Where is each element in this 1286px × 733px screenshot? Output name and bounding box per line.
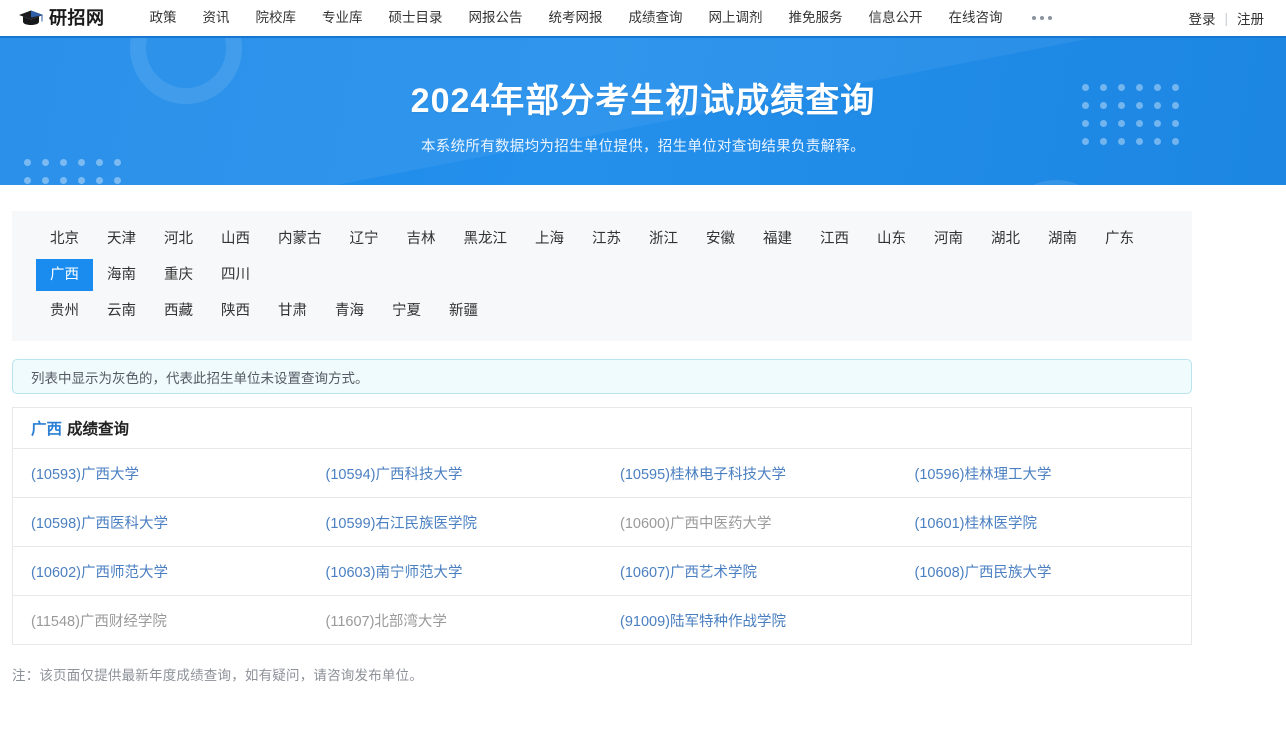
province-tab-甘肃[interactable]: 甘肃 — [264, 295, 321, 327]
banner-ring-right-icon — [1000, 180, 1112, 185]
province-tab-江苏[interactable]: 江苏 — [578, 223, 635, 255]
page-title: 2024年部分考生初试成绩查询 — [410, 82, 876, 120]
institution-link[interactable]: (91009)陆军特种作战学院 — [602, 610, 897, 631]
province-row-2: 贵州 云南 西藏 陕西 甘肃 青海 宁夏 新疆 — [36, 293, 1168, 329]
province-tab-黑龙江[interactable]: 黑龙江 — [450, 223, 522, 255]
login-link[interactable]: 登录 — [1188, 8, 1215, 28]
province-tab-广东[interactable]: 广东 — [1091, 223, 1148, 255]
main-nav: 政策 资讯 院校库 专业库 硕士目录 网报公告 统考网报 成绩查询 网上调剂 推… — [137, 0, 1068, 36]
auth-separator: | — [1224, 10, 1228, 26]
province-tab-海南[interactable]: 海南 — [93, 259, 150, 291]
nav-item-8[interactable]: 网上调剂 — [696, 0, 776, 36]
province-tab-浙江[interactable]: 浙江 — [635, 223, 692, 255]
province-tab-上海[interactable]: 上海 — [521, 223, 578, 255]
province-tab-江西[interactable]: 江西 — [806, 223, 863, 255]
institution-link[interactable]: (10596)桂林理工大学 — [897, 463, 1192, 484]
province-tab-山东[interactable]: 山东 — [863, 223, 920, 255]
nav-item-9[interactable]: 推免服务 — [776, 0, 856, 36]
province-tab-重庆[interactable]: 重庆 — [150, 259, 207, 291]
results-table-header: 广西 成绩查询 — [13, 408, 1191, 449]
province-tab-安徽[interactable]: 安徽 — [692, 223, 749, 255]
institution-link[interactable]: (10593)广西大学 — [13, 463, 308, 484]
nav-item-3[interactable]: 专业库 — [309, 0, 376, 36]
ellipsis-icon[interactable] — [1016, 0, 1068, 36]
province-tab-福建[interactable]: 福建 — [749, 223, 806, 255]
province-tab-湖北[interactable]: 湖北 — [977, 223, 1034, 255]
province-tab-云南[interactable]: 云南 — [93, 295, 150, 327]
top-navigation-bar: 研招网 政策 资讯 院校库 专业库 硕士目录 网报公告 统考网报 成绩查询 网上… — [0, 0, 1286, 36]
graduation-cap-icon — [18, 9, 44, 27]
nav-item-10[interactable]: 信息公开 — [856, 0, 936, 36]
nav-item-1[interactable]: 资讯 — [190, 0, 243, 36]
province-tab-吉林[interactable]: 吉林 — [393, 223, 450, 255]
table-row: (10598)广西医科大学 (10599)右江民族医学院 (10600)广西中医药大… — [13, 498, 1191, 547]
province-tab-宁夏[interactable]: 宁夏 — [378, 295, 435, 327]
institution-link[interactable]: (10608)广西民族大学 — [897, 561, 1192, 582]
institution-label-disabled: (10600)广西中医药大学 — [620, 515, 772, 532]
province-tab-天津[interactable]: 天津 — [93, 223, 150, 255]
province-tab-内蒙古[interactable]: 内蒙古 — [264, 223, 336, 255]
nav-item-0[interactable]: 政策 — [137, 0, 190, 36]
institution-label-disabled: (11607)北部湾大学 — [325, 613, 447, 630]
gray-entry-notice: 列表中显示为灰色的，代表此招生单位未设置查询方式。 — [12, 359, 1192, 394]
province-tab-河南[interactable]: 河南 — [920, 223, 977, 255]
province-tab-贵州[interactable]: 贵州 — [36, 295, 93, 327]
province-tab-河北[interactable]: 河北 — [150, 223, 207, 255]
table-row: (11548)广西财经学院 (11607)北部湾大学 (91009)陆军特种作战学院 — [13, 596, 1191, 645]
nav-item-5[interactable]: 网报公告 — [456, 0, 536, 36]
results-header-label: 成绩查询 — [67, 421, 130, 438]
register-link[interactable]: 注册 — [1237, 8, 1264, 28]
page-banner: 2024年部分考生初试成绩查询 本系统所有数据均为招生单位提供，招生单位对查询结… — [0, 36, 1286, 185]
page-subtitle: 本系统所有数据均为招生单位提供，招生单位对查询结果负责解释。 — [421, 139, 865, 156]
table-row: (10602)广西师范大学 (10603)南宁师范大学 (10607)广西艺术学院(… — [13, 547, 1191, 596]
province-tab-山西[interactable]: 山西 — [207, 223, 264, 255]
banner-dot-grid-left — [24, 159, 132, 185]
province-selector: 北京 天津 河北 山西 内蒙古 辽宁 吉林 黑龙江 上海 江苏 浙江 安徽 福建 江西 山东 河南 湖北 湖南 广东… — [12, 211, 1192, 341]
province-row-1: 北京 天津 河北 山西 内蒙古 辽宁 吉林 黑龙江 上海 江苏 浙江 安徽 福建 江西 山东 河南 湖北 湖南 广东… — [36, 221, 1168, 293]
notice-text: 列表中显示为灰色的，代表此招生单位未设置查询方式。 — [31, 370, 369, 386]
footnote: 注：该页面仅提供最新年度成绩查询，如有疑问，请咨询发布单位。 — [12, 668, 423, 683]
province-tab-新疆[interactable]: 新疆 — [435, 295, 492, 327]
institution-link[interactable]: (10598)广西医科大学 — [13, 512, 308, 533]
nav-item-4[interactable]: 硕士目录 — [376, 0, 456, 36]
nav-item-2[interactable]: 院校库 — [243, 0, 310, 36]
site-logo[interactable]: 研招网 — [18, 9, 105, 27]
results-province-label: 广西 — [31, 421, 63, 438]
institution-link[interactable]: (10594)广西科技大学 — [308, 463, 603, 484]
nav-item-11[interactable]: 在线咨询 — [936, 0, 1016, 36]
nav-item-7[interactable]: 成绩查询 — [616, 0, 696, 36]
institution-link[interactable]: (10601)桂林医学院 — [897, 512, 1192, 533]
institution-link[interactable]: (10603)南宁师范大学 — [308, 561, 603, 582]
province-tab-北京[interactable]: 北京 — [36, 223, 93, 255]
table-row: (10593)广西大学 (10594)广西科技大学 (10595)桂林电子科技大学(… — [13, 449, 1191, 498]
institution-link[interactable]: (10607)广西艺术学院 — [602, 561, 897, 582]
auth-links: 登录 | 注册 — [1188, 8, 1264, 28]
nav-item-6[interactable]: 统考网报 — [536, 0, 616, 36]
province-tab-广西[interactable]: 广西 — [36, 259, 93, 291]
institution-link[interactable]: (10602)广西师范大学 — [13, 561, 308, 582]
province-tab-辽宁[interactable]: 辽宁 — [336, 223, 393, 255]
results-table-body: (10593)广西大学 (10594)广西科技大学 (10595)桂林电子科技大学(… — [13, 449, 1191, 645]
institution-link[interactable]: (10599)右江民族医学院 — [308, 512, 603, 533]
province-tab-陕西[interactable]: 陕西 — [207, 295, 264, 327]
province-tab-西藏[interactable]: 西藏 — [150, 295, 207, 327]
logo-text: 研招网 — [49, 8, 105, 28]
institution-link[interactable]: (10595)桂林电子科技大学 — [602, 463, 897, 484]
results-table: 广西 成绩查询 (10593)广西大学 (10594)广西科技大学 (10595)桂… — [12, 407, 1192, 645]
province-tab-湖南[interactable]: 湖南 — [1034, 223, 1091, 255]
province-tab-青海[interactable]: 青海 — [321, 295, 378, 327]
institution-label-disabled: (11548)广西财经学院 — [31, 613, 167, 630]
province-tab-四川[interactable]: 四川 — [207, 259, 264, 291]
